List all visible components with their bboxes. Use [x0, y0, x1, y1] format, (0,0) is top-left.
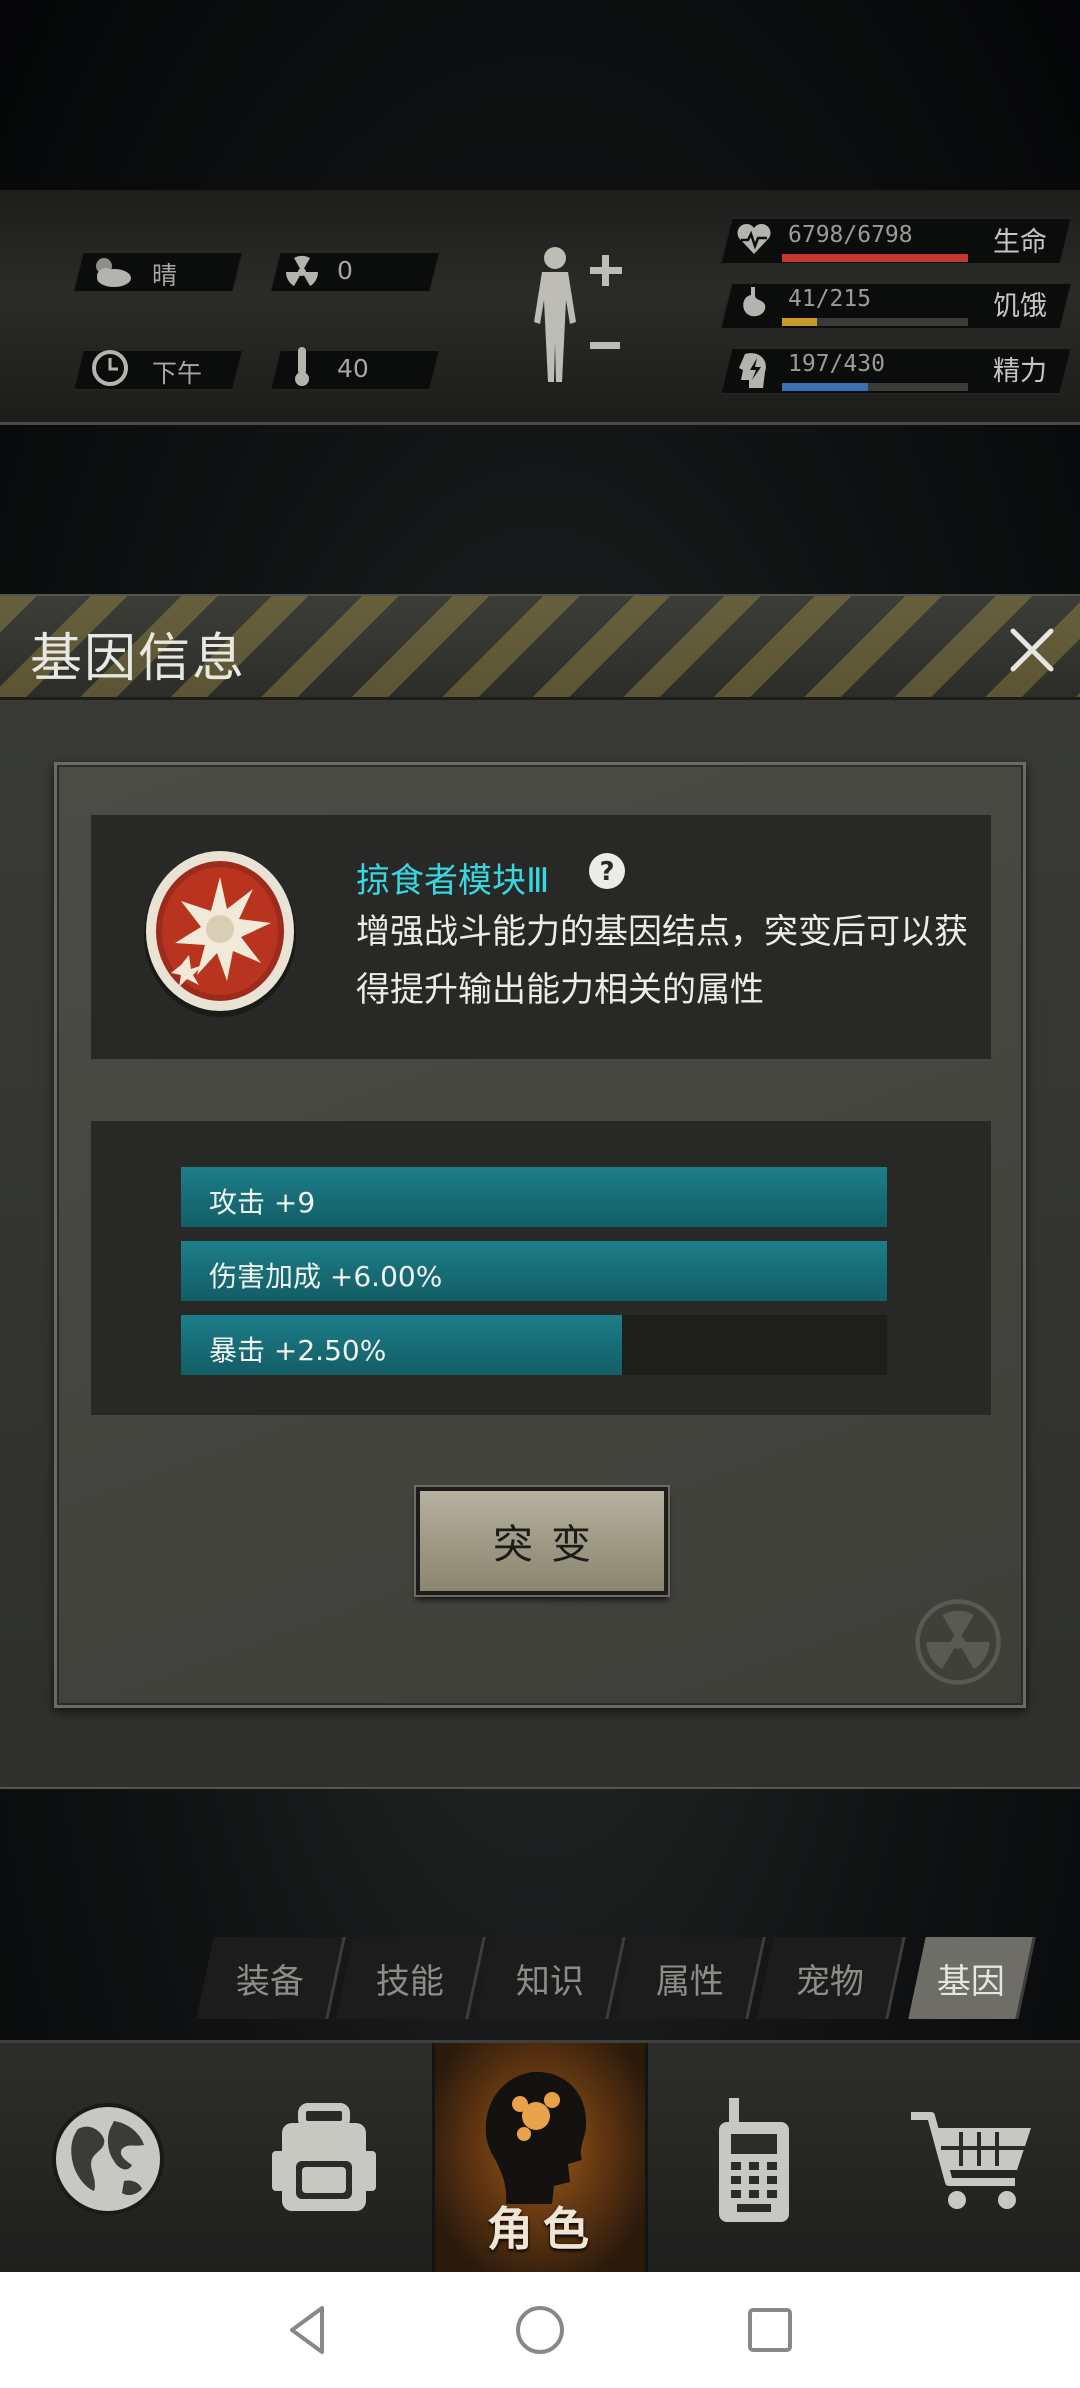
energy-track — [782, 383, 968, 391]
tab-pets-label: 宠物 — [795, 1961, 864, 2002]
tab-skills-label: 技能 — [375, 1961, 444, 2002]
radiation-icon — [285, 255, 319, 286]
mutate-button[interactable]: 突变 — [416, 1487, 668, 1595]
weather-sun-cloud-icon — [96, 258, 131, 287]
bonus-label-attack: 攻击 +9 — [209, 1186, 316, 1219]
bonus-label-damage: 伤害加成 +6.00% — [209, 1260, 443, 1293]
mutate-button-label: 突变 — [493, 1522, 609, 1568]
character-icon — [485, 2071, 587, 2204]
bonus-row-attack: 攻击 +9 — [181, 1167, 887, 1227]
health-value: 6798/6798 — [788, 222, 913, 248]
recents-icon[interactable] — [740, 2300, 800, 2360]
temperature-value: 40 — [337, 354, 369, 383]
bottom-navigation: 角色 — [0, 2040, 1080, 2275]
health-label: 生命 — [993, 227, 1047, 258]
tab-knowledge[interactable]: 知识 — [476, 1937, 626, 2019]
nav-radio[interactable] — [648, 2043, 864, 2275]
health-fill — [782, 254, 968, 262]
nav-character-label: 角色 — [487, 2202, 599, 2256]
tab-equipment-label: 装备 — [235, 1961, 304, 2002]
time-of-day-text: 下午 — [152, 359, 203, 388]
backpack-icon — [272, 2103, 376, 2211]
energy-label: 精力 — [993, 356, 1047, 387]
tab-genes-label: 基因 — [936, 1961, 1005, 2002]
character-subtabs: 装备 技能 知识 属性 宠物 基因 — [195, 1937, 1055, 2019]
gene-description: 增强战斗能力的基因结点，突变后可以获得提升输出能力相关的属性 — [356, 912, 968, 1010]
help-button[interactable]: ? — [587, 851, 627, 891]
nav-world[interactable] — [0, 2043, 216, 2275]
gene-info-box: 掠食者模块Ⅲ ? 增强战斗能力的基因结点，突变后可以获得提升输出能力相关的属性 — [91, 815, 991, 1059]
shop-cart-icon — [911, 2112, 1031, 2209]
tab-equipment[interactable]: 装备 — [196, 1937, 346, 2019]
hunger-label: 饥饿 — [993, 291, 1047, 322]
energy-value: 197/430 — [788, 351, 885, 377]
body-figure-icon — [534, 247, 622, 382]
bonus-row-damage: 伤害加成 +6.00% — [181, 1241, 887, 1301]
nav-character[interactable]: 角色 — [432, 2043, 648, 2275]
clock-icon — [92, 350, 128, 386]
svg-text:?: ? — [599, 857, 614, 887]
system-navigation-bar — [0, 2272, 1080, 2388]
close-button[interactable] — [1000, 618, 1064, 682]
close-icon — [1010, 628, 1054, 672]
tab-knowledge-label: 知识 — [515, 1961, 584, 2002]
weather-text: 晴 — [152, 261, 178, 290]
radio-icon — [719, 2098, 789, 2222]
bonus-label-crit: 暴击 +2.50% — [209, 1334, 387, 1367]
question-icon: ? — [589, 853, 625, 889]
back-icon[interactable] — [278, 2300, 338, 2360]
nav-backpack[interactable] — [216, 2043, 432, 2275]
tab-attributes-label: 属性 — [655, 1961, 724, 2002]
nav-shop[interactable] — [864, 2043, 1080, 2275]
bonus-row-crit: 暴击 +2.50% — [181, 1315, 887, 1375]
gene-name: 掠食者模块Ⅲ — [356, 861, 550, 901]
status-hud: 晴 0 下午 40 6798/6798 生命 41/215 饥饿 197/430… — [0, 190, 1080, 425]
thermometer-icon — [295, 347, 309, 386]
gene-module-icon — [141, 847, 299, 1017]
tab-skills[interactable]: 技能 — [336, 1937, 486, 2019]
tab-attributes[interactable]: 属性 — [616, 1937, 766, 2019]
home-icon[interactable] — [510, 2300, 570, 2360]
energy-icon — [739, 353, 766, 388]
gene-info-dialog: 基因信息 掠食者模块Ⅲ ? 增强战斗能力的基因结点，突变后可以获得提升输出能力相… — [0, 594, 1080, 1789]
health-track — [782, 254, 968, 262]
gene-bonuses-box: 攻击 +9 伤害加成 +6.00% 暴击 +2.50% — [91, 1121, 991, 1415]
hunger-track — [782, 318, 968, 326]
radiation-watermark-icon — [915, 1599, 1001, 1685]
energy-fill — [782, 383, 868, 391]
body-status-button[interactable] — [520, 242, 630, 392]
hunger-value: 41/215 — [788, 286, 872, 312]
radiation-value: 0 — [337, 256, 353, 285]
globe-icon — [52, 2103, 164, 2215]
tab-genes[interactable]: 基因 — [908, 1937, 1036, 2019]
dialog-title: 基因信息 — [30, 629, 247, 689]
heart-icon — [737, 223, 771, 254]
dialog-header: 基因信息 — [0, 596, 1080, 700]
stomach-icon — [743, 287, 766, 317]
hunger-fill — [782, 318, 818, 326]
tab-pets[interactable]: 宠物 — [756, 1937, 906, 2019]
gene-panel: 掠食者模块Ⅲ ? 增强战斗能力的基因结点，突变后可以获得提升输出能力相关的属性 … — [54, 762, 1026, 1708]
